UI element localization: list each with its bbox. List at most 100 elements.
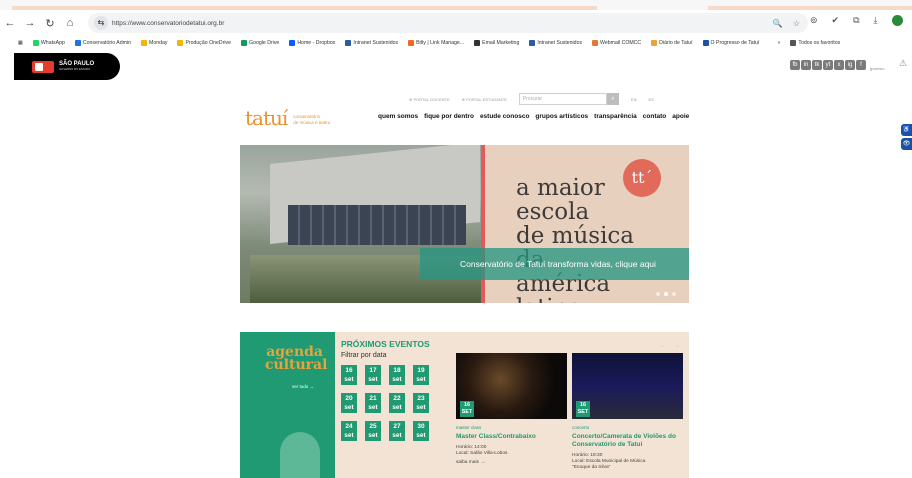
accessibility-bar: ♿ 👁 (901, 124, 912, 150)
gov-logo-sub: GOVERNO DO ESTADO (59, 67, 91, 72)
address-bar[interactable]: ⇆ https://www.conservatoriodetatui.org.b… (88, 13, 808, 33)
menu-item[interactable]: quem somos (378, 113, 418, 120)
reload-icon[interactable]: ↻ (40, 17, 60, 30)
profile-avatar[interactable] (891, 15, 903, 26)
social-links: fb in tk yt x ig f (790, 60, 866, 70)
agenda-cultural-panel: agenda cultural ver tudo → (240, 332, 335, 478)
bookmark-item[interactable]: Diário de Tatuí (651, 40, 693, 46)
bookmark-label: Intranet Sustenidos (537, 40, 583, 46)
bookmark-item[interactable]: Produção OneDrive (177, 40, 231, 46)
site-settings-icon[interactable]: ⇆ (94, 16, 108, 30)
social-yt-icon[interactable]: yt (823, 60, 833, 70)
event-category: master class (456, 425, 482, 430)
download-icon[interactable]: ⤓ (874, 15, 878, 26)
date-filter-grid: 16 set 17 set 18 set 19 set 20 set 21 set 22 set 23 set… (341, 365, 429, 441)
extension-icon[interactable]: ⊚ (810, 15, 818, 26)
back-icon[interactable]: ← (0, 17, 20, 29)
social-f-icon[interactable]: f (856, 60, 866, 70)
bookmark-favicon-icon (141, 40, 147, 46)
bookmark-favicon-icon (790, 40, 797, 46)
bookmark-item[interactable]: Conservatório Admin (74, 40, 131, 46)
sao-paulo-gov-logo[interactable]: SÃO PAULO GOVERNO DO ESTADO (14, 53, 120, 80)
bookmark-label: Email Marketing (482, 40, 520, 46)
event-info: Horário: 19:30 Local: Escola Municipal de… (572, 453, 646, 470)
hero-banner[interactable]: tt´ a maiorescolade músicadaaméricalatin… (240, 145, 689, 303)
social-ig-icon[interactable]: ig (845, 60, 855, 70)
social-fb-icon[interactable]: fb (790, 60, 800, 70)
date-filter-button[interactable]: 22 set (389, 393, 405, 413)
agenda-title: agenda cultural (265, 344, 328, 373)
bookmark-item[interactable]: Webmail COMCC (592, 40, 641, 46)
carousel-dot[interactable] (672, 292, 676, 296)
event-card[interactable]: 16 SET master class Master Class/Contraba… (456, 353, 567, 465)
hero-cta-link[interactable]: Conservatório de Tatuí transforma vidas,… (420, 248, 689, 280)
warning-icon[interactable]: ⚠ (899, 58, 907, 69)
gov-label: governo (870, 66, 885, 71)
check-extension-icon[interactable]: ✔ (832, 15, 840, 26)
logo-line2: de música e teatro (293, 119, 331, 125)
bookmark-item[interactable]: WhatsApp (32, 40, 65, 46)
url-text[interactable]: https://www.conservatoriodetatui.org.br (112, 20, 224, 27)
date-filter-button[interactable]: 24 set (341, 421, 357, 441)
bookmark-item[interactable]: Todos os favoritos (790, 40, 840, 46)
menu-item[interactable]: contato (643, 113, 666, 120)
lang-es-link[interactable]: ES (648, 97, 653, 102)
next-arrow-icon[interactable]: → (674, 343, 680, 349)
social-in-icon[interactable]: in (801, 60, 811, 70)
menu-item[interactable]: apoie (672, 113, 689, 120)
date-filter-button[interactable]: 25 set (365, 421, 381, 441)
bookmark-item[interactable]: O Progresso de Tatuí (702, 40, 759, 46)
apps-grid-icon[interactable]: ▦ (18, 40, 23, 46)
date-filter-button[interactable]: 21 set (365, 393, 381, 413)
event-card[interactable]: 16 SET concerto Concerto/Camerata de Viol… (572, 353, 683, 471)
social-x-icon[interactable]: x (834, 60, 844, 70)
search-input[interactable]: Procurar (518, 93, 607, 105)
date-filter-button[interactable]: 17 set (365, 365, 381, 385)
bookmark-item[interactable]: Email Marketing (474, 40, 519, 46)
date-filter-button[interactable]: 20 set (341, 393, 357, 413)
bookmark-item[interactable]: Monday (141, 40, 167, 46)
tatui-logo[interactable]: tatuí conservatório de música e teatro (245, 108, 330, 128)
extensions-puzzle-icon[interactable]: ⧉ (853, 15, 859, 26)
menu-item[interactable]: grupos artísticos (535, 113, 588, 120)
hero-headline-line: latina (516, 296, 689, 303)
bookmark-item[interactable]: » (769, 40, 780, 46)
bookmark-star-icon[interactable]: ☆ (793, 19, 800, 28)
social-tk-icon[interactable]: tk (812, 60, 822, 70)
menu-item[interactable]: transparência (594, 113, 637, 120)
bookmark-item[interactable]: Home - Dropbox (289, 40, 335, 46)
date-filter-button[interactable]: 16 set (341, 365, 357, 385)
event-more-link[interactable]: saiba mais → (456, 460, 567, 465)
bookmark-item[interactable]: Intranet Sustenidos (529, 40, 582, 46)
prev-arrow-icon[interactable]: ← (660, 343, 666, 349)
carousel-dot[interactable] (664, 292, 668, 296)
date-filter-button[interactable]: 27 set (389, 421, 405, 441)
accessibility-icon[interactable]: ♿ (901, 124, 912, 136)
menu-item[interactable]: fique por dentro (424, 113, 474, 120)
bookmarks-bar: ▦ WhatsApp Conservatório Admin Monday Produ… (0, 36, 912, 50)
menu-item[interactable]: estude conosco (480, 113, 529, 120)
forward-icon[interactable]: → (20, 17, 40, 29)
date-filter-button[interactable]: 23 set (413, 393, 429, 413)
home-icon[interactable]: ⌂ (60, 17, 80, 29)
hero-headline-line: de música (516, 223, 635, 249)
toolbar-actions: ⊚ ✔ ⧉ ⤓ (810, 15, 903, 26)
bookmark-item[interactable]: Bitly | Link Manage... (408, 40, 464, 46)
carousel-dot[interactable] (656, 292, 660, 296)
bookmark-item[interactable]: Intranet Sustenidos (345, 40, 398, 46)
event-title[interactable]: Concerto/Camerata de Violões do Conserva… (572, 433, 683, 449)
date-filter-button[interactable]: 19 set (413, 365, 429, 385)
bookmark-item[interactable]: Google Drive (241, 40, 279, 46)
event-title[interactable]: Master Class/Contrabaixo (456, 433, 567, 441)
portal-docente-link[interactable]: ⊕ PORTAL DOCENTE (409, 97, 450, 102)
visibility-eye-icon[interactable]: 👁 (901, 138, 912, 150)
lang-en-link[interactable]: EN (631, 97, 637, 102)
see-all-link[interactable]: ver tudo → (292, 384, 314, 389)
bookmark-label: Intranet Sustenidos (353, 40, 399, 46)
bookmark-label: Monday (149, 40, 168, 46)
date-filter-button[interactable]: 30 set (413, 421, 429, 441)
date-filter-button[interactable]: 18 set (389, 365, 405, 385)
portal-estudante-link[interactable]: ⊕ PORTAL ESTUDANTE (462, 97, 507, 102)
search-icon[interactable]: ⌕ (606, 93, 619, 105)
zoom-icon[interactable]: 🔍 (773, 19, 783, 28)
